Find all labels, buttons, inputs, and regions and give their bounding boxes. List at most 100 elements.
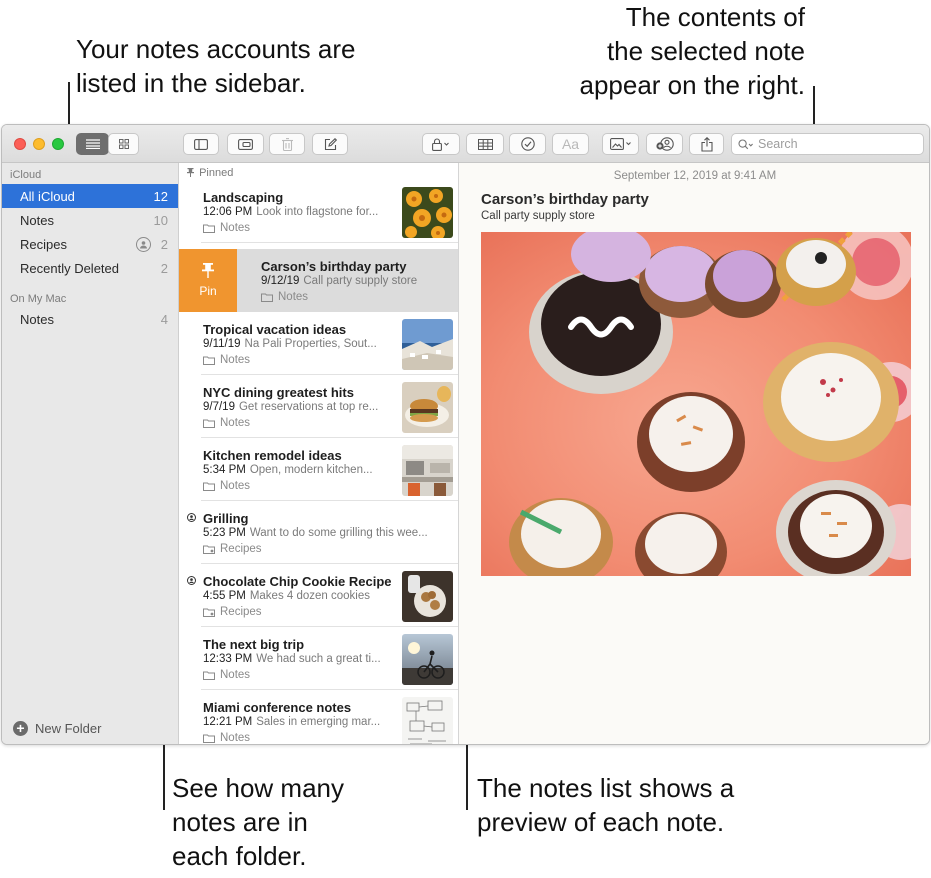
media-button[interactable]	[602, 133, 639, 155]
note-folder: Notes	[203, 732, 250, 744]
new-folder-button[interactable]: + New Folder	[13, 721, 101, 736]
search-field[interactable]	[731, 133, 924, 155]
folder-count: 12	[153, 188, 168, 204]
collaborate-icon	[655, 137, 674, 151]
callout-line: Your notes accounts are	[76, 34, 356, 64]
sidebar-item-label: Recently Deleted	[20, 260, 119, 276]
lock-button[interactable]	[422, 133, 460, 155]
note-folder-name: Notes	[278, 291, 309, 303]
note-folder-name: Notes	[220, 480, 251, 492]
share-icon	[700, 136, 713, 152]
search-input[interactable]	[758, 137, 908, 151]
note-row-selected[interactable]: Pin Carson’s birthday party 9/12/19 Call …	[179, 249, 458, 312]
note-time: 12:21 PM	[203, 716, 253, 728]
note-snippet: Open, modern kitchen...	[249, 464, 373, 476]
coast-thumbnail	[402, 319, 453, 370]
callout-detail: The contents of the selected note appear…	[580, 0, 806, 102]
callout-line: The contents of	[625, 2, 805, 32]
zoom-window-button[interactable]	[52, 138, 64, 150]
folder-icon	[203, 482, 215, 491]
callout-line: the selected note	[606, 36, 805, 66]
note-snippet: Sales in emerging mar...	[256, 716, 381, 728]
callout-line: The notes list shows a	[477, 773, 735, 803]
note-snippet: Na Pali Properties, Sout...	[244, 338, 377, 350]
callout-line: See how many	[172, 773, 344, 803]
share-button[interactable]	[689, 133, 724, 155]
note-folder: Recipes	[203, 543, 262, 555]
note-row[interactable]: Tropical vacation ideas 9/11/19 Na Pali P…	[179, 312, 458, 375]
format-icon: Aa	[561, 136, 580, 152]
note-preview: 9/12/19 Call party supply store	[261, 275, 449, 287]
sidebar-item-all-icloud[interactable]: All iCloud 12	[2, 184, 178, 208]
attachments-icon	[238, 138, 253, 150]
format-button[interactable]: Aa	[552, 133, 589, 155]
gallery-view-button[interactable]	[108, 133, 139, 155]
note-detail-body[interactable]: Call party supply store	[481, 210, 595, 222]
note-row[interactable]: Kitchen remodel ideas 5:34 PM Open, moder…	[179, 438, 458, 501]
note-time: 5:23 PM	[203, 527, 246, 539]
plus-icon: +	[13, 721, 28, 736]
note-title: The next big trip	[203, 637, 305, 652]
sidebar-item-recipes[interactable]: Recipes 2	[2, 232, 178, 256]
sidebar-item-label: Notes	[20, 212, 54, 228]
table-button[interactable]	[466, 133, 504, 155]
note-time: 9/12/19	[261, 275, 300, 287]
attachments-button[interactable]	[227, 133, 264, 155]
pinned-header: Pinned	[187, 167, 233, 179]
pin-action-label: Pin	[199, 284, 217, 298]
sidebar-toggle-button[interactable]	[183, 133, 219, 155]
note-folder-name: Notes	[220, 669, 251, 681]
section-header-on-my-mac: On My Mac	[10, 293, 67, 305]
media-icon	[609, 138, 631, 150]
note-row[interactable]: Chocolate Chip Cookie Recipe 4:55 PM Make…	[179, 564, 458, 627]
sidebar-item-mac-notes[interactable]: Notes 4	[2, 307, 178, 331]
flowers-thumbnail	[402, 187, 453, 238]
note-title: Tropical vacation ideas	[203, 322, 347, 337]
note-snippet: Look into flagstone for...	[256, 206, 379, 218]
note-detail-title[interactable]: Carson’s birthday party	[481, 191, 649, 208]
pin-action-button[interactable]: Pin	[179, 249, 237, 312]
note-row[interactable]: Landscaping 12:06 PM Look into flagstone …	[179, 180, 458, 243]
list-view-button[interactable]	[76, 133, 109, 155]
search-icon	[738, 138, 753, 149]
cupcakes-photo[interactable]	[481, 232, 911, 576]
compose-button[interactable]	[312, 133, 348, 155]
close-window-button[interactable]	[14, 138, 26, 150]
checklist-button[interactable]	[509, 133, 546, 155]
note-title: Chocolate Chip Cookie Recipe	[203, 574, 392, 589]
note-row[interactable]: NYC dining greatest hits 9/7/19 Get reser…	[179, 375, 458, 438]
note-preview: 9/11/19 Na Pali Properties, Sout...	[203, 338, 391, 350]
sidebar-item-notes[interactable]: Notes 10	[2, 208, 178, 232]
minimize-window-button[interactable]	[33, 138, 45, 150]
bike-thumbnail	[402, 634, 453, 685]
note-snippet: Makes 4 dozen cookies	[249, 590, 371, 602]
note-time: 9/11/19	[203, 338, 241, 350]
delete-button[interactable]	[269, 133, 305, 155]
folder-icon	[203, 224, 215, 233]
folder-icon	[261, 293, 273, 302]
notes-window: Aa iCloud All iCloud 12	[1, 124, 930, 745]
shared-note-icon	[187, 576, 196, 585]
kitchen-thumbnail	[402, 445, 453, 496]
pin-icon	[202, 263, 214, 278]
note-folder: Notes	[203, 222, 250, 234]
note-title: Kitchen remodel ideas	[203, 448, 342, 463]
note-folder: Notes	[203, 417, 250, 429]
callout-notelist: The notes list shows a preview of each n…	[477, 771, 734, 839]
note-row[interactable]: Miami conference notes 12:21 PM Sales in …	[179, 690, 458, 744]
sidebar-item-recently-deleted[interactable]: Recently Deleted 2	[2, 256, 178, 280]
folder-count: 4	[160, 311, 168, 327]
sidebar: iCloud All iCloud 12 Notes 10 Recipes 2 …	[2, 163, 179, 744]
folder-icon	[203, 356, 215, 365]
folder-count: 10	[153, 212, 168, 228]
note-row[interactable]: The next big trip 12:33 PM We had such a …	[179, 627, 458, 690]
note-folder: Notes	[261, 291, 308, 303]
notes-list: Pinned Landscaping 12:06 PM Look into fla…	[179, 163, 459, 744]
sketch-thumbnail	[402, 697, 453, 744]
collaborate-button[interactable]	[646, 133, 683, 155]
note-row[interactable]: Grilling 5:23 PM Want to do some grilling…	[179, 501, 458, 564]
note-title: NYC dining greatest hits	[203, 385, 354, 400]
callout-line: listed in the sidebar.	[76, 68, 306, 98]
note-folder-name: Notes	[220, 354, 251, 366]
callout-sidebar: Your notes accounts are listed in the si…	[76, 32, 355, 100]
